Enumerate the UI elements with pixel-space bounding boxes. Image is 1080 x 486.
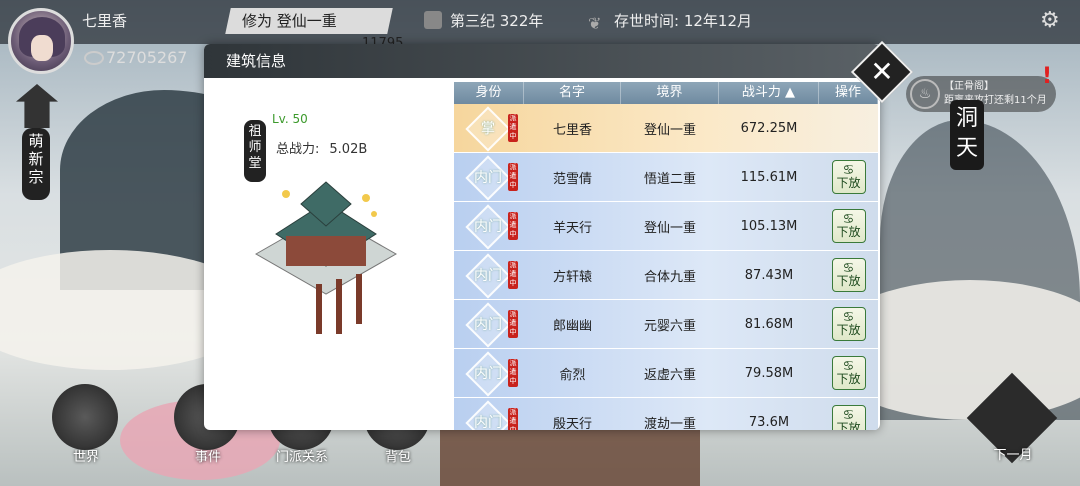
member-realm: 悟道二重 <box>643 171 696 187</box>
dialog-title: 建筑信息 <box>204 44 880 78</box>
gear-icon[interactable]: ⚙ <box>1040 10 1060 32</box>
member-realm: 登仙一重 <box>643 220 696 236</box>
dispatch-seal: 派遣中 <box>508 408 518 430</box>
member-power: 79.58M <box>744 365 794 381</box>
ancestral-hall-illustration <box>254 181 398 334</box>
survival-text: 存世时间: 12年12月 <box>614 12 752 30</box>
demote-button[interactable]: ♋ 下放 <box>831 405 866 430</box>
member-power: 115.61M <box>740 169 798 185</box>
era-display: 第三纪 322年 <box>424 10 543 31</box>
world-icon <box>52 384 118 450</box>
demote-button[interactable]: ♋ 下放 <box>831 160 866 194</box>
member-name: 方轩辕 <box>552 269 592 285</box>
member-name: 殷天行 <box>552 416 592 431</box>
col-power-sort[interactable]: 战斗力 ▲ <box>719 82 819 104</box>
demote-button[interactable]: ♋ 下放 <box>831 307 866 341</box>
table-row[interactable]: 内门 派遣中 范雪倩 悟道二重 115.61M ♋ 下放 <box>454 153 878 201</box>
calendar-icon <box>424 11 442 29</box>
col-name: 名字 <box>524 82 621 104</box>
fire-icon: ♨ <box>910 79 940 109</box>
role-badge: 内门 派遣中 <box>454 351 524 397</box>
player-avatar[interactable] <box>8 8 74 74</box>
survival-time: ❦ 存世时间: 12年12月 <box>588 10 752 33</box>
member-name: 七里香 <box>552 122 592 138</box>
dispatch-seal: 派遣中 <box>508 261 518 289</box>
total-power-label: 总战力: <box>276 142 320 157</box>
role-badge: 内门 派遣中 <box>454 400 524 430</box>
table-row[interactable]: 内门 派遣中 俞烈 返虚六重 79.58M ♋ 下放 <box>454 349 878 397</box>
nav-world-button[interactable]: 世界 <box>44 384 128 468</box>
member-realm: 合体九重 <box>643 269 696 285</box>
demote-button[interactable]: ♋ 下放 <box>831 209 866 243</box>
realm-text: 修为 登仙一重 <box>242 12 337 30</box>
nav-bag-label: 背包 <box>384 450 411 465</box>
next-month-label: 下一月 <box>993 448 1033 463</box>
demote-button[interactable]: ♋ 下放 <box>831 356 866 390</box>
member-power: 81.68M <box>744 316 794 332</box>
member-power: 73.6M <box>748 414 790 430</box>
table-row[interactable]: 内门 派遣中 羊天行 登仙一重 105.13M ♋ 下放 <box>454 202 878 250</box>
nav-relations-label: 门派关系 <box>275 450 328 465</box>
member-realm: 元婴六重 <box>643 318 696 334</box>
member-name: 俞烈 <box>559 367 586 383</box>
nav-event-label: 事件 <box>194 450 221 465</box>
member-power: 672.25M <box>740 120 798 136</box>
member-power: 87.43M <box>744 267 794 283</box>
role-badge: 掌派遣中 <box>454 106 524 152</box>
col-role: 身份 <box>454 82 524 104</box>
dispatch-seal: 派遣中 <box>508 212 518 240</box>
cave-button[interactable]: 洞天 <box>950 100 984 170</box>
close-icon: ✕ <box>870 55 894 88</box>
dispatch-seal: 派遣中 <box>508 310 518 338</box>
tree-icon: ❦ <box>588 14 602 33</box>
building-name: 祖师堂 <box>244 120 266 182</box>
building-info-dialog: 建筑信息 祖师堂 Lv. 50 总战力: 5.02B 身份 名字 境界 战斗力 ▲… <box>204 44 880 430</box>
member-power: 105.13M <box>740 218 798 234</box>
dispatch-seal: 派遣中 <box>508 359 518 387</box>
warning-icon: ! <box>1042 64 1053 89</box>
member-name: 郎幽幽 <box>552 318 592 334</box>
role-badge: 内门 派遣中 <box>454 302 524 348</box>
table-row[interactable]: 内门 派遣中 殷天行 渡劫一重 73.6M ♋ 下放 <box>454 398 878 430</box>
member-realm: 渡劫一重 <box>643 416 696 431</box>
col-realm: 境界 <box>621 82 719 104</box>
notice-tag: 【正骨阁】 <box>944 81 994 92</box>
member-realm: 返虚六重 <box>643 367 696 383</box>
member-realm: 登仙一重 <box>643 122 696 138</box>
currency-display: 72705267 <box>84 48 187 67</box>
sect-name[interactable]: 萌新宗 <box>22 128 50 200</box>
total-power-value: 5.02B <box>329 142 368 157</box>
dispatch-seal: 派遣中 <box>508 163 518 191</box>
player-name: 七里香 <box>82 12 128 30</box>
table-row[interactable]: 内门 派遣中 方轩辕 合体九重 87.43M ♋ 下放 <box>454 251 878 299</box>
total-power: 总战力: 5.02B <box>276 138 367 157</box>
role-badge: 内门 派遣中 <box>454 253 524 299</box>
currency-value: 72705267 <box>106 48 188 67</box>
era-text: 第三纪 322年 <box>450 12 544 30</box>
table-row[interactable]: 掌派遣中 七里香 登仙一重 672.25M <box>454 104 878 152</box>
coin-icon <box>84 51 104 65</box>
member-name: 羊天行 <box>552 220 592 236</box>
table-header: 身份 名字 境界 战斗力 ▲ 操作 <box>454 82 878 104</box>
next-month-button[interactable]: 下一月 <box>966 372 1058 470</box>
role-badge: 内门 派遣中 <box>454 155 524 201</box>
table-row[interactable]: 内门 派遣中 郎幽幽 元婴六重 81.68M ♋ 下放 <box>454 300 878 348</box>
member-name: 范雪倩 <box>552 171 592 187</box>
member-table[interactable]: 身份 名字 境界 战斗力 ▲ 操作 掌派遣中 七里香 登仙一重 672.25M … <box>454 82 878 430</box>
building-level: Lv. 50 <box>272 112 308 126</box>
role-badge: 内门 派遣中 <box>454 204 524 250</box>
dispatch-seal: 派遣中 <box>508 114 518 142</box>
nav-world-label: 世界 <box>72 450 99 465</box>
demote-button[interactable]: ♋ 下放 <box>831 258 866 292</box>
realm-badge[interactable]: 修为 登仙一重 <box>225 8 393 34</box>
